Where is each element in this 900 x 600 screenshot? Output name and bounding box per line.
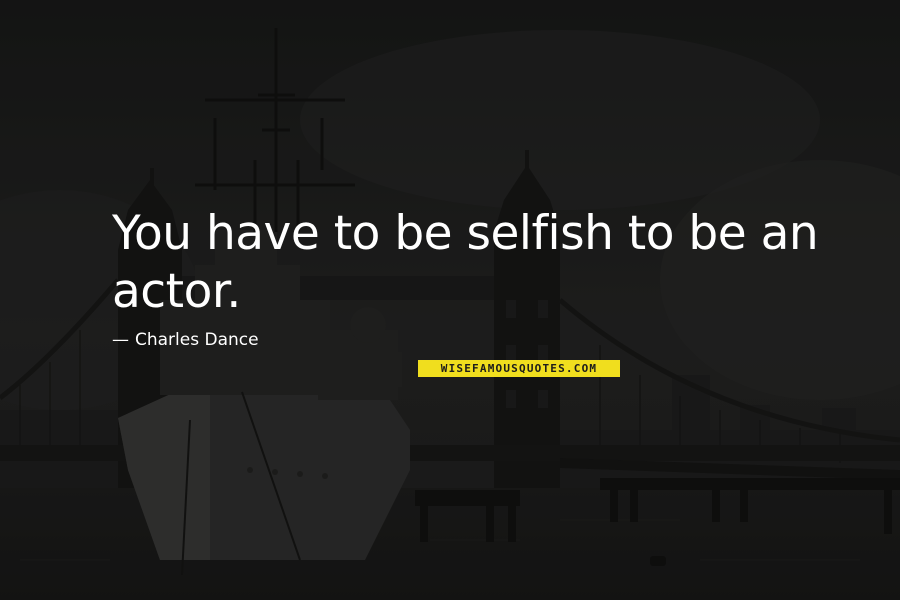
quote-author: — Charles Dance [112, 329, 259, 351]
author-dash: — [112, 330, 129, 350]
quote-card: You have to be selfish to be an actor. —… [0, 0, 900, 600]
quote-text: You have to be selfish to be an actor. [112, 206, 819, 319]
author-name: Charles Dance [135, 330, 259, 350]
site-watermark: WISEFAMOUSQUOTES.COM [418, 360, 620, 377]
